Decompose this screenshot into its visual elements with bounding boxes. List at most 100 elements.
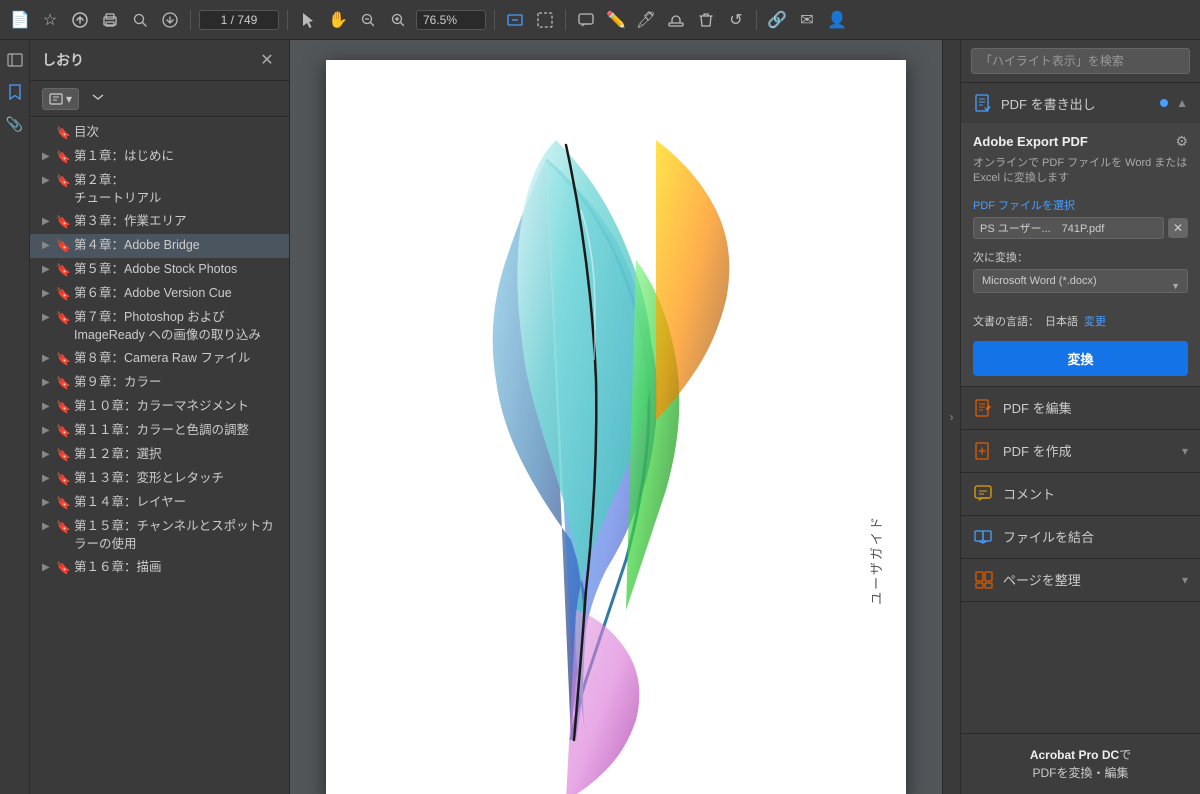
upload-icon[interactable]	[68, 8, 92, 32]
zoom-input[interactable]	[416, 10, 486, 30]
sidebar-tools: ▾	[30, 81, 289, 117]
expand-arrow: ▶	[42, 472, 56, 486]
combine-tool[interactable]: ファイルを結合	[961, 516, 1200, 559]
bookmark-item-ch9[interactable]: ▶ 🔖 第９章：カラー	[30, 371, 289, 395]
sidebar-header: しおり ✕	[30, 40, 289, 81]
undo-icon[interactable]: ↺	[724, 8, 748, 32]
pen-icon[interactable]: ✏️	[604, 8, 628, 32]
bookmark-leaf-icon: 🔖	[56, 495, 70, 512]
highlight-search-input[interactable]	[971, 48, 1190, 74]
bookmark-leaf-icon: 🔖	[56, 173, 70, 190]
bookmarks-sidebar: しおり ✕ ▾ 🔖 目次 ▶ 🔖 第１章：はじめに	[30, 40, 290, 794]
expand-all-button[interactable]	[85, 87, 111, 110]
bookmark-item-ch1[interactable]: ▶ 🔖 第１章：はじめに	[30, 145, 289, 169]
organize-tool[interactable]: ページを整理 ▾	[961, 559, 1200, 602]
collapse-arrow: ▲	[1176, 96, 1188, 110]
export-file-clear-button[interactable]: ✕	[1168, 218, 1188, 238]
bookmark-item-ch5[interactable]: ▶ 🔖 第５章：Adobe Stock Photos	[30, 258, 289, 282]
bookmark-leaf-icon: 🔖	[56, 214, 70, 231]
bookmark-item-ch13[interactable]: ▶ 🔖 第１３章：変形とレタッチ	[30, 467, 289, 491]
bookmark-text-ch12: 第１２章：選択	[74, 446, 281, 464]
user-icon[interactable]: 👤	[825, 8, 849, 32]
edit-pdf-tool[interactable]: PDF を編集	[961, 387, 1200, 430]
separator4	[565, 10, 566, 30]
bookmark-text-ch10: 第１０章：カラーマネジメント	[74, 398, 281, 416]
bookmark-text-ch6: 第６章：Adobe Version Cue	[74, 285, 281, 303]
export-pdf-title: PDF を書き出し	[1001, 94, 1152, 113]
paperclip-icon[interactable]: 📎	[3, 112, 27, 136]
email-icon[interactable]: ✉	[795, 8, 819, 32]
convert-button[interactable]: 変換	[973, 341, 1188, 376]
zoom-minus-icon[interactable]	[356, 8, 380, 32]
highlight-search	[961, 40, 1200, 83]
bookmark-text-ch2: 第２章：チュートリアル	[74, 172, 281, 207]
bookmark-item-ch11[interactable]: ▶ 🔖 第１１章：カラーと色調の調整	[30, 419, 289, 443]
bookmark-item-ch7[interactable]: ▶ 🔖 第７章：Photoshop および ImageReady への画像の取り…	[30, 306, 289, 347]
print-icon[interactable]	[98, 8, 122, 32]
main-toolbar: 📄 ☆ ✋ ✏️ 🖊 ↺ 🔗 ✉ 👤	[0, 0, 1200, 40]
language-label: 文書の言語：	[973, 313, 1039, 329]
sidebar-panels-icon[interactable]	[3, 48, 27, 72]
bookmark-leaf-icon: 🔖	[56, 519, 70, 536]
download-icon[interactable]	[158, 8, 182, 32]
highlight-icon[interactable]: 🖊	[634, 8, 658, 32]
hand-icon[interactable]: ✋	[326, 8, 350, 32]
expand-arrow: ▶	[42, 376, 56, 390]
bookmark-list: 🔖 目次 ▶ 🔖 第１章：はじめに ▶ 🔖 第２章：チュートリアル ▶ 🔖 第３…	[30, 117, 289, 794]
share-link-icon[interactable]: 🔗	[765, 8, 789, 32]
export-file-input[interactable]	[973, 217, 1164, 239]
expand-arrow-organize: ▾	[1182, 573, 1188, 587]
zoom-to-fit-icon[interactable]	[128, 8, 152, 32]
bookmark-leaf-icon: 🔖	[56, 149, 70, 166]
bookmark-item-ch14[interactable]: ▶ 🔖 第１４章：レイヤー	[30, 491, 289, 515]
export-app-settings-icon[interactable]: ⚙	[1175, 133, 1188, 150]
comment-panel-icon	[973, 483, 995, 505]
star-icon[interactable]: ☆	[38, 8, 62, 32]
bookmark-item-ch8[interactable]: ▶ 🔖 第８章：Camera Raw ファイル	[30, 347, 289, 371]
svg-text:ユーザガイド: ユーザガイド	[869, 515, 884, 605]
fit-width-icon[interactable]	[503, 8, 527, 32]
comment-tool[interactable]: コメント	[961, 473, 1200, 516]
bookmark-item-ch12[interactable]: ▶ 🔖 第１２章：選択	[30, 443, 289, 467]
bookmark-icon[interactable]	[3, 80, 27, 104]
bookmark-text-ch13: 第１３章：変形とレタッチ	[74, 470, 281, 488]
edit-pdf-icon	[973, 397, 995, 419]
select-tool-icon[interactable]	[533, 8, 557, 32]
bookmark-text-ch11: 第１１章：カラーと色調の調整	[74, 422, 281, 440]
bookmark-leaf-icon: 🔖	[56, 423, 70, 440]
page-input[interactable]	[199, 10, 279, 30]
language-change-link[interactable]: 変更	[1084, 313, 1106, 329]
bookmark-item-ch6[interactable]: ▶ 🔖 第６章：Adobe Version Cue	[30, 282, 289, 306]
bookmark-item-toc[interactable]: 🔖 目次	[30, 121, 289, 145]
stamp-icon[interactable]	[664, 8, 688, 32]
bookmark-leaf-icon: 🔖	[56, 286, 70, 303]
bookmark-text-ch9: 第９章：カラー	[74, 374, 281, 392]
bookmark-item-ch2[interactable]: ▶ 🔖 第２章：チュートリアル	[30, 169, 289, 210]
cursor-icon[interactable]	[296, 8, 320, 32]
bookmark-leaf-icon: 🔖	[56, 238, 70, 255]
new-file-icon[interactable]: 📄	[8, 8, 32, 32]
bookmark-text-ch8: 第８章：Camera Raw ファイル	[74, 350, 281, 368]
bookmark-text-toc: 目次	[74, 124, 281, 142]
bookmark-item-ch15[interactable]: ▶ 🔖 第１５章：チャンネルとスポットカラーの使用	[30, 515, 289, 556]
bookmark-item-ch16[interactable]: ▶ 🔖 第１６章：描画	[30, 556, 289, 580]
view-options-button[interactable]: ▾	[42, 88, 79, 110]
export-pdf-header[interactable]: PDF を書き出し ▲	[961, 83, 1200, 123]
bookmark-leaf-icon: 🔖	[56, 351, 70, 368]
panel-collapse-button[interactable]: ›	[942, 40, 960, 794]
bookmark-text-ch1: 第１章：はじめに	[74, 148, 281, 166]
active-indicator	[1160, 99, 1168, 107]
bookmark-item-ch4[interactable]: ▶ 🔖 第４章：Adobe Bridge	[30, 234, 289, 258]
zoom-plus-icon[interactable]	[386, 8, 410, 32]
bookmark-item-ch10[interactable]: ▶ 🔖 第１０章：カラーマネジメント	[30, 395, 289, 419]
create-pdf-tool[interactable]: PDF を作成 ▾	[961, 430, 1200, 473]
export-pdf-content: Adobe Export PDF ⚙ オンラインで PDF ファイルを Word…	[961, 123, 1200, 386]
sidebar-title: しおり	[42, 50, 84, 70]
comment-icon[interactable]	[574, 8, 598, 32]
sidebar-close-button[interactable]: ✕	[257, 50, 277, 70]
expand-arrow: ▶	[42, 496, 56, 510]
bookmark-item-ch3[interactable]: ▶ 🔖 第３章：作業エリア	[30, 210, 289, 234]
delete-icon[interactable]	[694, 8, 718, 32]
format-select[interactable]: Microsoft Word (*.docx) Microsoft Excel …	[973, 269, 1188, 293]
separator2	[287, 10, 288, 30]
